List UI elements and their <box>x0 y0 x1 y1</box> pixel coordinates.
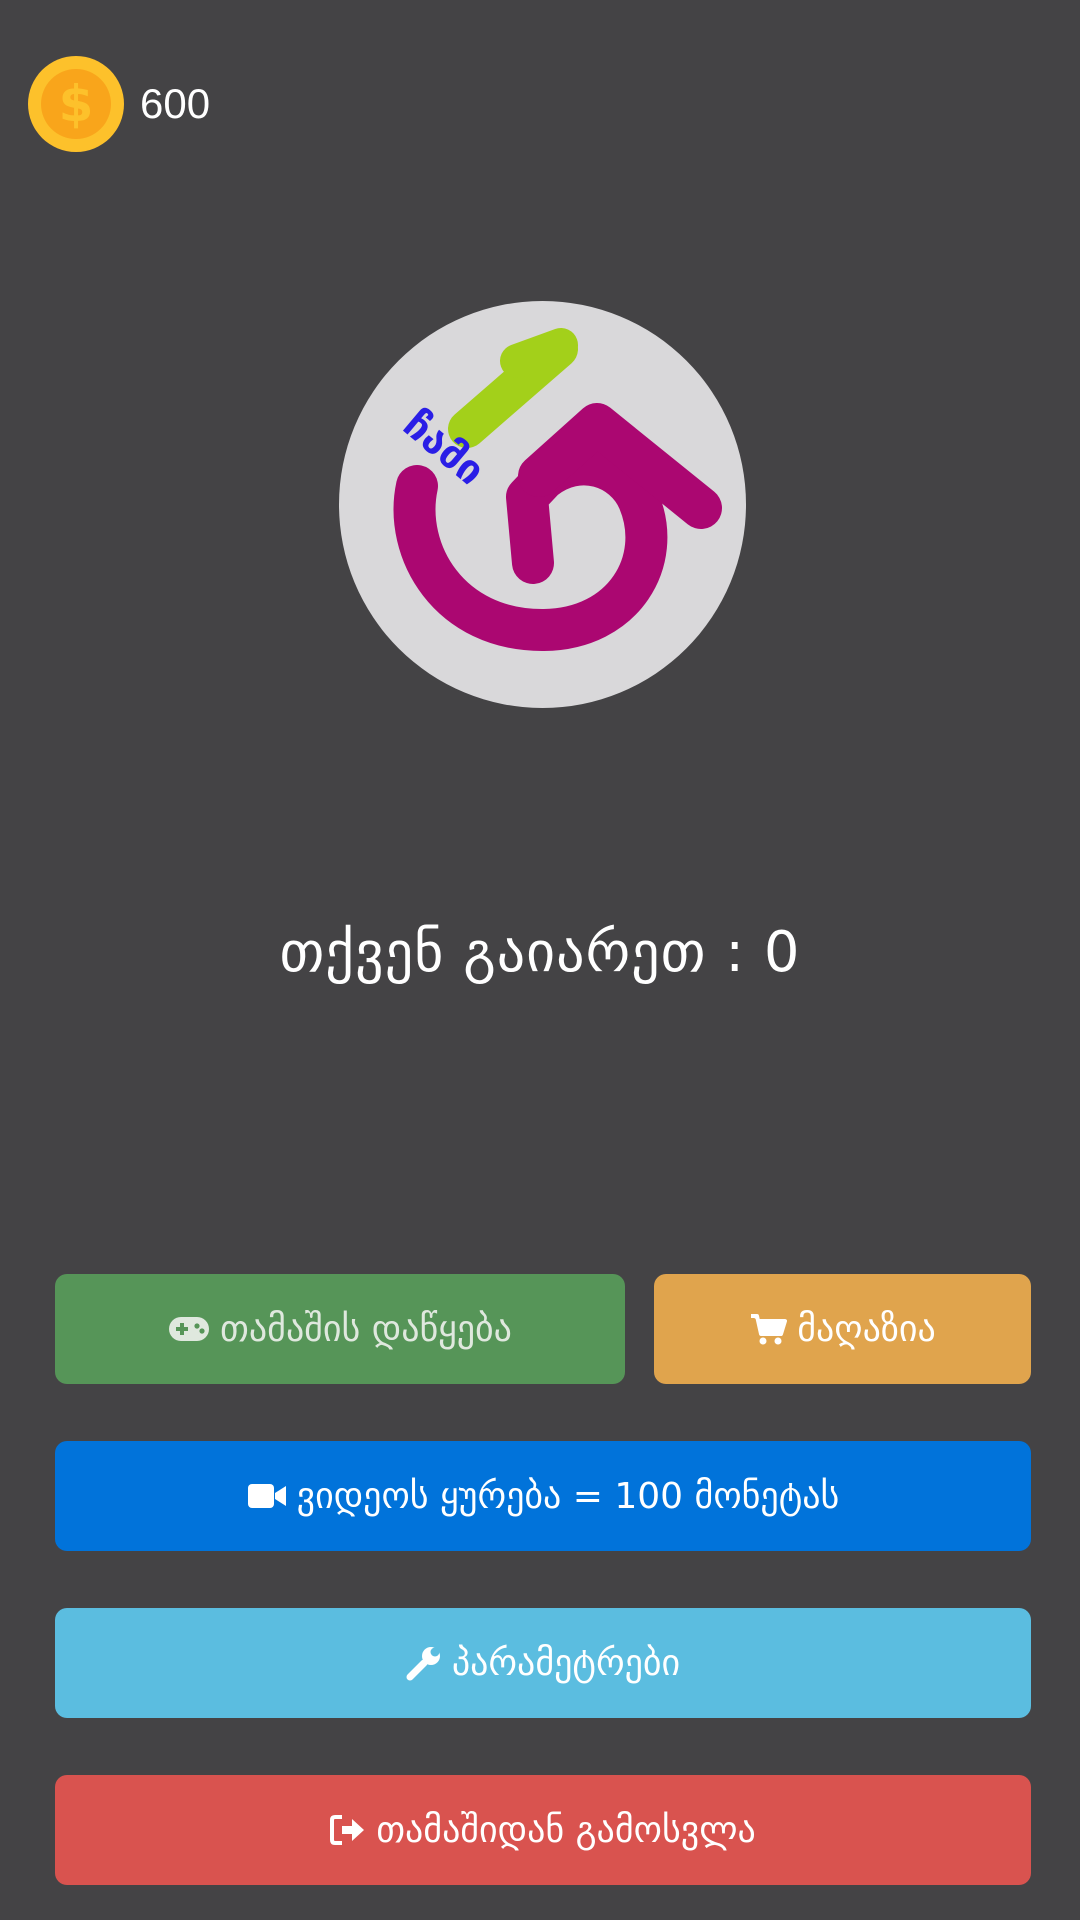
exit-game-button[interactable]: თამაშიდან გამოსვლა <box>55 1775 1031 1885</box>
coin-count: 600 <box>140 80 211 127</box>
score-label: თქვენ გაიარეთ : 0 <box>279 920 801 985</box>
start-game-button[interactable]: თამაშის დაწყება <box>55 1274 625 1384</box>
dollar-coin-icon: $ <box>28 56 124 152</box>
watch-video-label: ვიდეოს ყურება = 100 მონეტას <box>296 1475 840 1517</box>
wrench-icon <box>406 1645 442 1681</box>
coin-symbol: $ <box>41 69 111 139</box>
sign-out-icon <box>330 1814 366 1846</box>
gamepad-icon <box>168 1315 210 1343</box>
coin-balance: $ 600 <box>28 56 210 152</box>
settings-button[interactable]: პარამეტრები <box>55 1608 1031 1718</box>
start-game-label: თამაშის დაწყება <box>220 1308 512 1350</box>
shop-label: მაღაზია <box>797 1308 936 1350</box>
logo-one-flag <box>500 328 578 378</box>
shopping-cart-icon <box>749 1312 788 1346</box>
settings-label: პარამეტრები <box>451 1642 681 1684</box>
video-camera-icon <box>247 1482 287 1510</box>
watch-video-button[interactable]: ვიდეოს ყურება = 100 მონეტას <box>55 1441 1031 1551</box>
exit-game-label: თამაშიდან გამოსვლა <box>376 1809 756 1851</box>
shop-button[interactable]: მაღაზია <box>654 1274 1031 1384</box>
app-logo: ჩამი <box>339 301 746 708</box>
